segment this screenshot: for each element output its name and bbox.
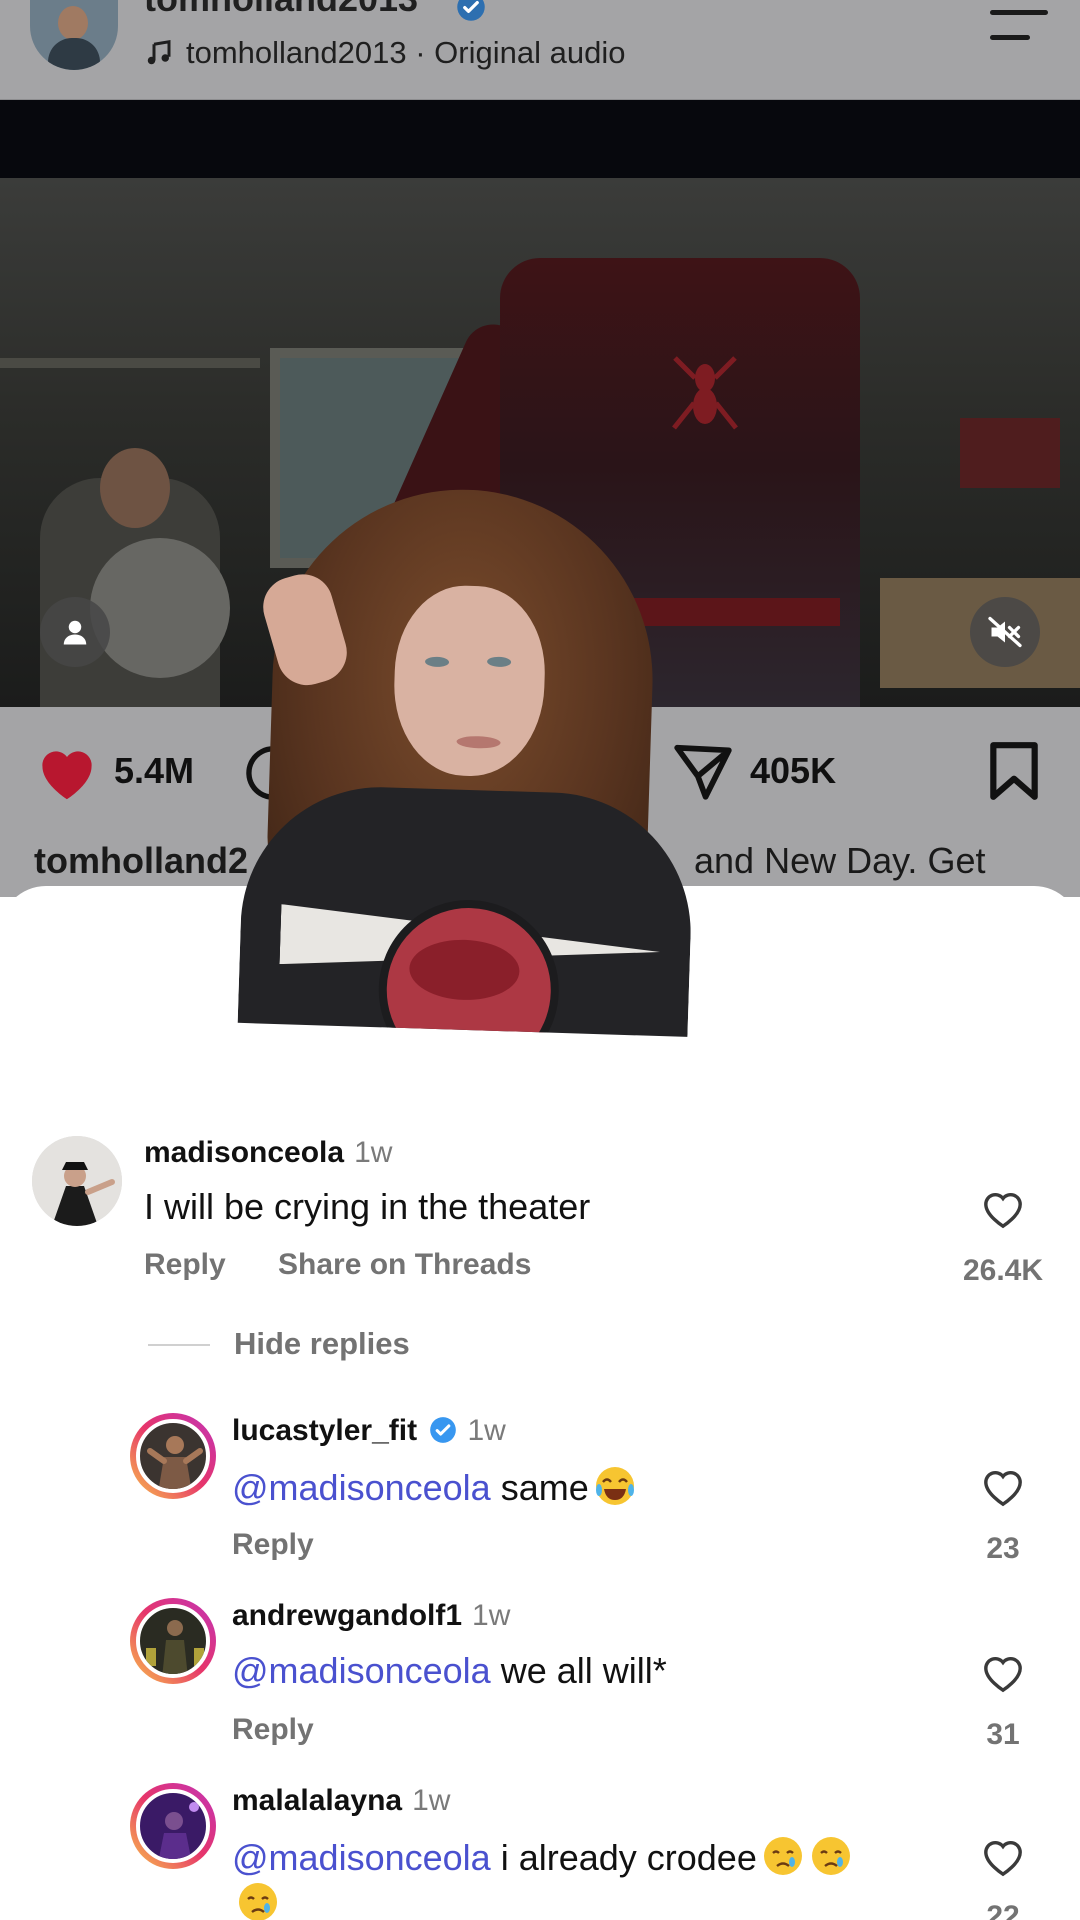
comment-time: 1w (354, 1136, 393, 1169)
verified-icon (457, 0, 485, 21)
username-text[interactable]: andrewgandolf1 (232, 1599, 462, 1632)
person-icon (63, 620, 87, 645)
reply-time: 1w (412, 1784, 451, 1817)
reply-body: i already crodee (490, 1837, 757, 1878)
avatar-photo (136, 1789, 210, 1863)
creator-overlay-photo (237, 483, 705, 1037)
mention-link[interactable]: @madisonceola (232, 1467, 491, 1508)
reply-text: @madisonceola same (232, 1464, 637, 1509)
comments-sheet (0, 886, 1080, 1920)
avatar-shirt (48, 38, 100, 70)
reply-username[interactable]: andrewgandolf1 1w (232, 1599, 510, 1633)
caption-text: and New Day. Get (694, 840, 986, 881)
scene-lego-model (90, 538, 230, 678)
like-count[interactable]: 5.4M (114, 750, 194, 792)
share-count[interactable]: 405K (750, 750, 836, 792)
comment-like-count: 26.4K (962, 1254, 1044, 1287)
username-text[interactable]: lucastyler_fit (232, 1414, 417, 1447)
reply-like-count: 23 (986, 1532, 1020, 1565)
reply-like-count: 31 (986, 1718, 1020, 1751)
reply-username[interactable]: lucastyler_fit 1w (232, 1414, 506, 1448)
reply-button[interactable]: Reply (232, 1528, 314, 1562)
reply-button[interactable]: Reply (232, 1713, 314, 1747)
avatar[interactable] (130, 1598, 216, 1684)
scene-sign (960, 418, 1060, 488)
reply-username[interactable]: malalalayna 1w (232, 1784, 450, 1818)
replies-divider (148, 1344, 210, 1346)
reply-text: @madisonceola we all will* (232, 1650, 667, 1692)
reply-body: we all will* (490, 1650, 667, 1691)
avatar-photo (136, 1419, 210, 1493)
speaker-muted-icon (988, 616, 1022, 648)
share-on-threads-button[interactable]: Share on Threads (278, 1248, 531, 1282)
mention-link[interactable]: @madisonceola (232, 1650, 491, 1691)
hide-replies-button[interactable]: Hide replies (234, 1326, 410, 1362)
scene-shelf (0, 358, 260, 368)
reply-like-count: 22 (986, 1900, 1020, 1920)
reply-body: same (490, 1467, 589, 1508)
comment-username[interactable]: madisonceola 1w (144, 1136, 392, 1170)
crying-emoji-icon (763, 1837, 802, 1875)
post-header: tomholland2013 tomholland2013 · Original… (0, 0, 1080, 100)
reply-time: 1w (467, 1414, 506, 1447)
music-note-icon (147, 39, 171, 65)
avatar[interactable] (130, 1783, 216, 1869)
menu-icon[interactable] (990, 8, 1048, 42)
header-username[interactable]: tomholland2013 (144, 0, 418, 20)
bookmark-icon[interactable] (986, 740, 1042, 802)
heart-icon[interactable] (979, 1188, 1027, 1230)
mute-button[interactable] (970, 597, 1040, 667)
mention-link[interactable]: @madisonceola (232, 1837, 491, 1878)
verified-icon (430, 1417, 457, 1443)
avatar-photo (32, 1136, 122, 1226)
reply-time: 1w (472, 1599, 511, 1632)
comment-text: I will be crying in the theater (144, 1186, 591, 1227)
heart-icon[interactable] (979, 1652, 1027, 1694)
laughing-emoji-icon (595, 1467, 634, 1505)
reply-button[interactable]: Reply (144, 1248, 226, 1282)
username-text[interactable]: madisonceola (144, 1136, 344, 1169)
crying-emoji-icon (239, 1883, 277, 1920)
avatar-figure (146, 1620, 204, 1674)
reply-text: @madisonceola i already crodee (232, 1834, 853, 1879)
header-avatar[interactable] (30, 0, 118, 70)
username-text[interactable]: malalalayna (232, 1784, 402, 1817)
caption-username[interactable]: tomholland2 (34, 840, 248, 882)
heart-icon[interactable] (979, 1836, 1027, 1878)
avatar[interactable] (32, 1136, 122, 1226)
avatar-photo (136, 1604, 210, 1678)
heart-icon[interactable] (979, 1466, 1027, 1508)
audio-row[interactable]: tomholland2013 · Original audio (144, 35, 625, 71)
tagged-users-button[interactable] (40, 597, 110, 667)
avatar[interactable] (130, 1413, 216, 1499)
avatar-face (58, 6, 88, 40)
heart-icon[interactable] (34, 742, 100, 802)
spider-emblem-icon (672, 356, 738, 430)
avatar-figure (147, 1436, 203, 1489)
scene-person-head (100, 448, 170, 528)
audio-label: tomholland2013 · Original audio (186, 35, 626, 70)
avatar-figure (158, 1802, 199, 1859)
crying-emoji-icon (811, 1837, 850, 1875)
